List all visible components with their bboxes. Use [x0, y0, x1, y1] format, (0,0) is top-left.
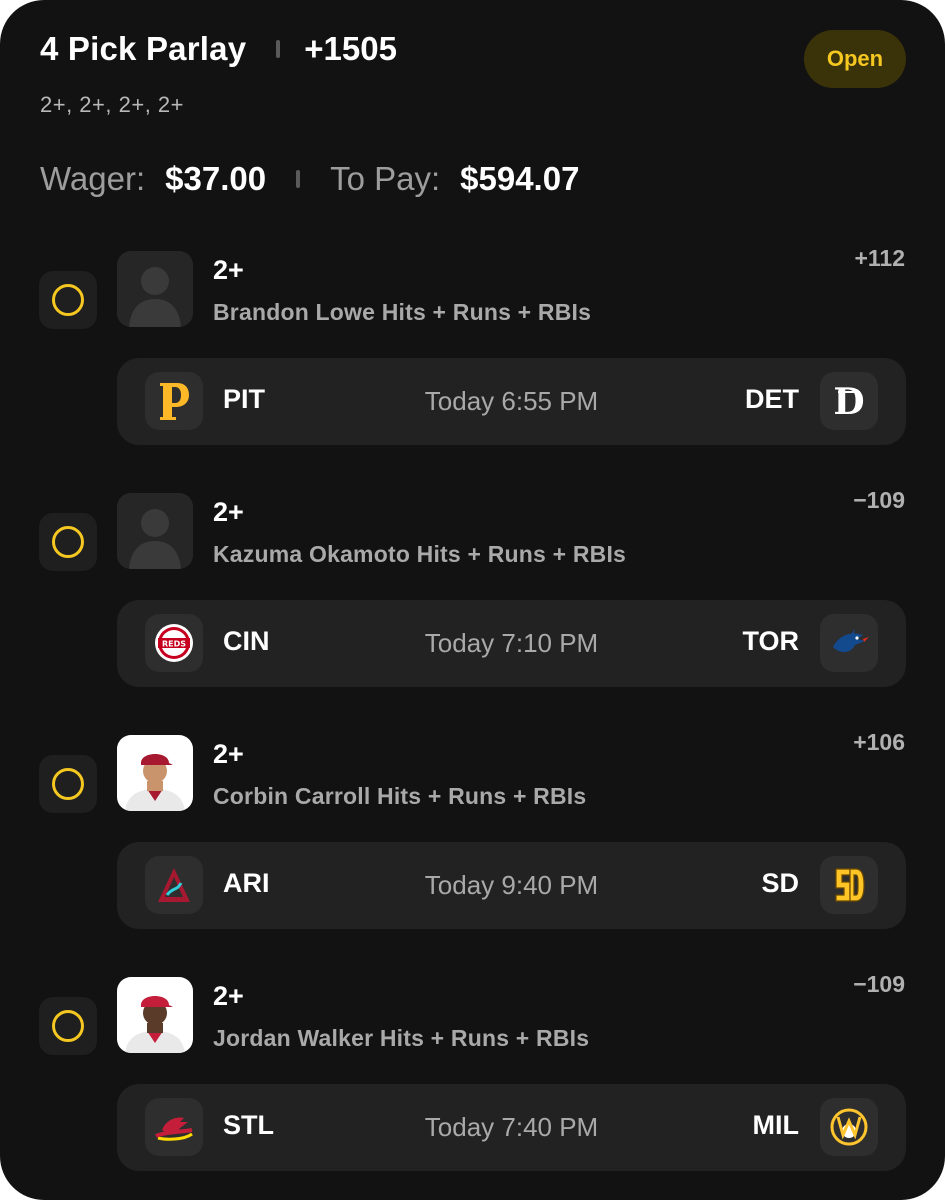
- game-bar[interactable]: ARI Today 9:40 PM SD: [117, 842, 906, 929]
- away-team: SD: [761, 868, 799, 898]
- game-bar[interactable]: PIT Today 6:55 PM DET D: [117, 358, 906, 445]
- to-pay-value: $594.07: [460, 160, 580, 197]
- leg-odds: −109: [853, 487, 905, 513]
- player-avatar-placeholder-icon: [117, 251, 193, 327]
- parlay-leg[interactable]: 2+ Jordan Walker Hits + Runs + RBIs −109…: [0, 971, 945, 1177]
- wager-row: Wager: $37.00 To Pay: $594.07: [40, 160, 579, 198]
- parlay-card[interactable]: 4 Pick Parlay +1505 Open 2+, 2+, 2+, 2+ …: [0, 0, 945, 1200]
- leg-line: 2+: [213, 739, 244, 769]
- radio-circle-icon: [52, 768, 84, 800]
- game-bar[interactable]: STL Today 7:40 PM MIL: [117, 1084, 906, 1171]
- leg-market: Kazuma Okamoto Hits + Runs + RBIs: [213, 541, 627, 567]
- parlay-leg[interactable]: 2+ Kazuma Okamoto Hits + Runs + RBIs −10…: [0, 487, 945, 693]
- wager-value: $37.00: [165, 160, 267, 197]
- leg-radio[interactable]: [39, 997, 97, 1055]
- away-team: DET: [745, 384, 799, 414]
- status-badge: Open: [804, 30, 906, 88]
- brewers-logo-icon: [820, 1098, 878, 1156]
- player-photo-icon: [117, 735, 193, 811]
- leg-line: 2+: [213, 255, 244, 285]
- radio-circle-icon: [52, 284, 84, 316]
- parlay-odds: +1505: [304, 30, 397, 67]
- parlay-title: 4 Pick Parlay: [40, 30, 247, 67]
- lines-summary: 2+, 2+, 2+, 2+: [40, 92, 185, 117]
- radio-circle-icon: [52, 1010, 84, 1042]
- leg-line: 2+: [213, 497, 244, 527]
- leg-line: 2+: [213, 981, 244, 1011]
- leg-radio[interactable]: [39, 513, 97, 571]
- leg-odds: +112: [854, 245, 905, 271]
- leg-market: Brandon Lowe Hits + Runs + RBIs: [213, 299, 592, 325]
- svg-text:D: D: [833, 381, 864, 421]
- player-avatar-placeholder-icon: [117, 493, 193, 569]
- game-bar[interactable]: REDS CIN Today 7:10 PM TOR: [117, 600, 906, 687]
- radio-circle-icon: [52, 526, 84, 558]
- to-pay-label: To Pay:: [330, 160, 441, 197]
- player-photo-icon: [117, 977, 193, 1053]
- blue-jays-logo-icon: [820, 614, 878, 672]
- padres-logo-icon: [820, 856, 878, 914]
- parlay-leg[interactable]: 2+ Brandon Lowe Hits + Runs + RBIs +112 …: [0, 245, 945, 451]
- leg-market: Corbin Carroll Hits + Runs + RBIs: [213, 783, 587, 809]
- parlay-header: 4 Pick Parlay +1505: [40, 30, 397, 68]
- leg-radio[interactable]: [39, 755, 97, 813]
- away-team: MIL: [752, 1110, 800, 1140]
- leg-odds: +106: [853, 729, 905, 755]
- leg-market: Jordan Walker Hits + Runs + RBIs: [213, 1025, 590, 1051]
- wager-label: Wager:: [40, 160, 146, 197]
- leg-radio[interactable]: [39, 271, 97, 329]
- wager-divider: [296, 170, 301, 188]
- header-divider: [276, 40, 281, 58]
- tigers-logo-icon: D: [820, 372, 878, 430]
- away-team: TOR: [742, 626, 799, 656]
- leg-odds: −109: [853, 971, 905, 997]
- parlay-leg[interactable]: 2+ Corbin Carroll Hits + Runs + RBIs +10…: [0, 729, 945, 935]
